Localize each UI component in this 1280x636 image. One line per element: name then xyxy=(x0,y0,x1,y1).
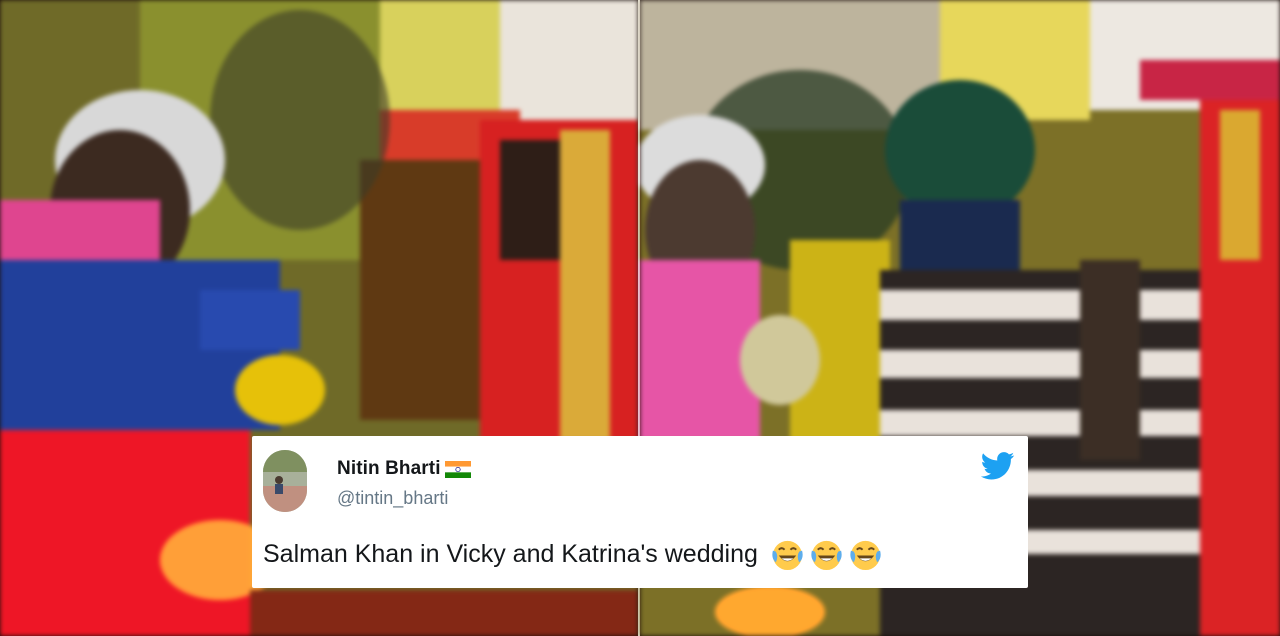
image-canvas: Nitin Bharti @tintin_bharti Salman Khan … xyxy=(0,0,1280,636)
avatar[interactable] xyxy=(263,450,307,512)
user-handle[interactable]: @tintin_bharti xyxy=(337,488,448,509)
india-flag-icon xyxy=(444,461,471,478)
author-name-row: Nitin Bharti xyxy=(337,458,471,480)
display-name[interactable]: Nitin Bharti xyxy=(337,458,441,480)
face-with-tears-of-joy-icon xyxy=(848,537,883,572)
twitter-bird-icon[interactable] xyxy=(981,452,1015,480)
face-with-tears-of-joy-icon xyxy=(809,537,844,572)
face-with-tears-of-joy-icon xyxy=(770,537,805,572)
emoji-group xyxy=(770,537,883,572)
tweet-text: Salman Khan in Vicky and Katrina's weddi… xyxy=(263,540,758,568)
tweet-card[interactable]: Nitin Bharti @tintin_bharti Salman Khan … xyxy=(252,436,1028,588)
tweet-body: Salman Khan in Vicky and Katrina's weddi… xyxy=(263,537,883,572)
